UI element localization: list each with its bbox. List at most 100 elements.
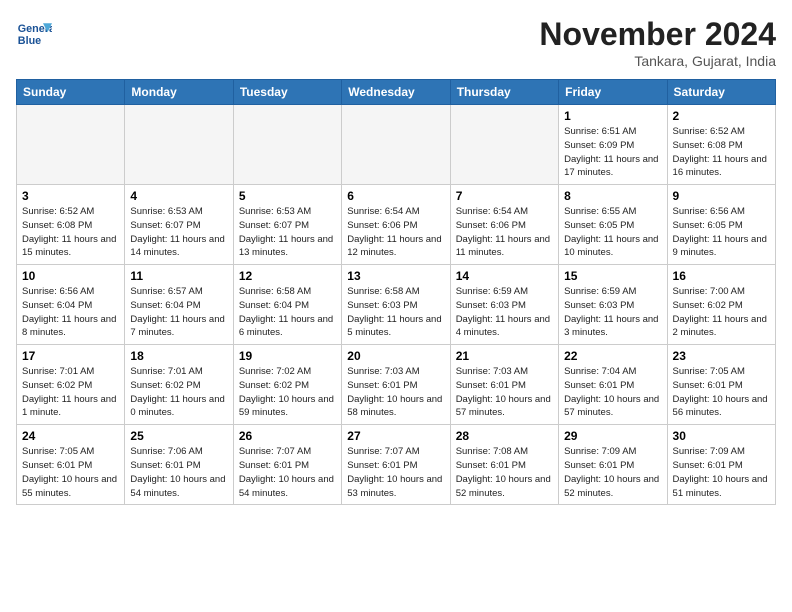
calendar-cell: 1 Sunrise: 6:51 AM Sunset: 6:09 PM Daylig…	[559, 105, 667, 185]
calendar-cell: 30Sunrise: 7:09 AM Sunset: 6:01 PM Dayli…	[667, 425, 775, 505]
day-info: Sunrise: 7:07 AM Sunset: 6:01 PM Dayligh…	[347, 445, 444, 500]
day-info: Sunrise: 6:52 AM Sunset: 6:08 PM Dayligh…	[673, 125, 770, 180]
calendar-cell: 18Sunrise: 7:01 AM Sunset: 6:02 PM Dayli…	[125, 345, 233, 425]
day-number: 13	[347, 269, 444, 283]
day-number: 15	[564, 269, 661, 283]
calendar-cell: 29Sunrise: 7:09 AM Sunset: 6:01 PM Dayli…	[559, 425, 667, 505]
day-info: Sunrise: 6:53 AM Sunset: 6:07 PM Dayligh…	[130, 205, 227, 260]
day-info: Sunrise: 7:04 AM Sunset: 6:01 PM Dayligh…	[564, 365, 661, 420]
day-info: Sunrise: 6:59 AM Sunset: 6:03 PM Dayligh…	[564, 285, 661, 340]
week-row-1: 1 Sunrise: 6:51 AM Sunset: 6:09 PM Daylig…	[17, 105, 776, 185]
day-info: Sunrise: 7:05 AM Sunset: 6:01 PM Dayligh…	[673, 365, 770, 420]
weekday-header-monday: Monday	[125, 80, 233, 105]
day-info: Sunrise: 6:53 AM Sunset: 6:07 PM Dayligh…	[239, 205, 336, 260]
week-row-3: 10 Sunrise: 6:56 AM Sunset: 6:04 PM Dayli…	[17, 265, 776, 345]
weekday-header-tuesday: Tuesday	[233, 80, 341, 105]
calendar-title: November 2024	[539, 16, 776, 53]
day-info: Sunrise: 6:56 AM Sunset: 6:05 PM Dayligh…	[673, 205, 770, 260]
day-number: 8	[564, 189, 661, 203]
day-info: Sunrise: 6:51 AM Sunset: 6:09 PM Dayligh…	[564, 125, 661, 180]
day-number: 18	[130, 349, 227, 363]
day-number: 14	[456, 269, 553, 283]
day-number: 6	[347, 189, 444, 203]
day-number: 5	[239, 189, 336, 203]
day-info: Sunrise: 6:56 AM Sunset: 6:04 PM Dayligh…	[22, 285, 119, 340]
day-number: 26	[239, 429, 336, 443]
calendar-cell: 2 Sunrise: 6:52 AM Sunset: 6:08 PM Daylig…	[667, 105, 775, 185]
day-number: 1	[564, 109, 661, 123]
weekday-header-row: SundayMondayTuesdayWednesdayThursdayFrid…	[17, 80, 776, 105]
day-info: Sunrise: 6:52 AM Sunset: 6:08 PM Dayligh…	[22, 205, 119, 260]
calendar-cell: 3 Sunrise: 6:52 AM Sunset: 6:08 PM Daylig…	[17, 185, 125, 265]
weekday-header-wednesday: Wednesday	[342, 80, 450, 105]
week-row-4: 17Sunrise: 7:01 AM Sunset: 6:02 PM Dayli…	[17, 345, 776, 425]
title-block: November 2024 Tankara, Gujarat, India	[539, 16, 776, 69]
day-info: Sunrise: 7:03 AM Sunset: 6:01 PM Dayligh…	[456, 365, 553, 420]
day-number: 9	[673, 189, 770, 203]
week-row-5: 24Sunrise: 7:05 AM Sunset: 6:01 PM Dayli…	[17, 425, 776, 505]
calendar-cell: 8 Sunrise: 6:55 AM Sunset: 6:05 PM Daylig…	[559, 185, 667, 265]
calendar-cell: 26 Sunrise: 7:07 AM Sunset: 6:01 PM Dayli…	[233, 425, 341, 505]
calendar-cell: 9 Sunrise: 6:56 AM Sunset: 6:05 PM Daylig…	[667, 185, 775, 265]
calendar-cell	[342, 105, 450, 185]
day-number: 22	[564, 349, 661, 363]
day-number: 25	[130, 429, 227, 443]
day-number: 7	[456, 189, 553, 203]
calendar-cell: 4 Sunrise: 6:53 AM Sunset: 6:07 PM Daylig…	[125, 185, 233, 265]
day-number: 30	[673, 429, 770, 443]
calendar-cell: 16Sunrise: 7:00 AM Sunset: 6:02 PM Dayli…	[667, 265, 775, 345]
day-info: Sunrise: 6:58 AM Sunset: 6:04 PM Dayligh…	[239, 285, 336, 340]
day-info: Sunrise: 7:02 AM Sunset: 6:02 PM Dayligh…	[239, 365, 336, 420]
day-number: 19	[239, 349, 336, 363]
calendar-cell: 10 Sunrise: 6:56 AM Sunset: 6:04 PM Dayli…	[17, 265, 125, 345]
week-row-2: 3 Sunrise: 6:52 AM Sunset: 6:08 PM Daylig…	[17, 185, 776, 265]
day-number: 27	[347, 429, 444, 443]
calendar-cell: 28Sunrise: 7:08 AM Sunset: 6:01 PM Dayli…	[450, 425, 558, 505]
calendar-cell: 7 Sunrise: 6:54 AM Sunset: 6:06 PM Daylig…	[450, 185, 558, 265]
calendar-table: SundayMondayTuesdayWednesdayThursdayFrid…	[16, 79, 776, 505]
day-info: Sunrise: 6:57 AM Sunset: 6:04 PM Dayligh…	[130, 285, 227, 340]
calendar-cell: 27 Sunrise: 7:07 AM Sunset: 6:01 PM Dayli…	[342, 425, 450, 505]
day-number: 3	[22, 189, 119, 203]
day-info: Sunrise: 6:58 AM Sunset: 6:03 PM Dayligh…	[347, 285, 444, 340]
day-number: 11	[130, 269, 227, 283]
day-number: 2	[673, 109, 770, 123]
calendar-cell: 14Sunrise: 6:59 AM Sunset: 6:03 PM Dayli…	[450, 265, 558, 345]
logo: General Blue	[16, 16, 52, 52]
calendar-cell: 25 Sunrise: 7:06 AM Sunset: 6:01 PM Dayli…	[125, 425, 233, 505]
calendar-subtitle: Tankara, Gujarat, India	[539, 53, 776, 69]
day-info: Sunrise: 7:03 AM Sunset: 6:01 PM Dayligh…	[347, 365, 444, 420]
day-info: Sunrise: 7:07 AM Sunset: 6:01 PM Dayligh…	[239, 445, 336, 500]
day-number: 10	[22, 269, 119, 283]
calendar-cell	[450, 105, 558, 185]
day-info: Sunrise: 7:00 AM Sunset: 6:02 PM Dayligh…	[673, 285, 770, 340]
weekday-header-saturday: Saturday	[667, 80, 775, 105]
calendar-cell: 24Sunrise: 7:05 AM Sunset: 6:01 PM Dayli…	[17, 425, 125, 505]
calendar-cell: 20 Sunrise: 7:03 AM Sunset: 6:01 PM Dayli…	[342, 345, 450, 425]
page-header: General Blue November 2024 Tankara, Guja…	[16, 16, 776, 69]
calendar-cell: 19 Sunrise: 7:02 AM Sunset: 6:02 PM Dayli…	[233, 345, 341, 425]
day-number: 17	[22, 349, 119, 363]
day-number: 24	[22, 429, 119, 443]
day-info: Sunrise: 7:06 AM Sunset: 6:01 PM Dayligh…	[130, 445, 227, 500]
day-info: Sunrise: 6:55 AM Sunset: 6:05 PM Dayligh…	[564, 205, 661, 260]
calendar-cell: 22 Sunrise: 7:04 AM Sunset: 6:01 PM Dayli…	[559, 345, 667, 425]
day-number: 21	[456, 349, 553, 363]
day-number: 20	[347, 349, 444, 363]
weekday-header-thursday: Thursday	[450, 80, 558, 105]
calendar-cell: 17Sunrise: 7:01 AM Sunset: 6:02 PM Dayli…	[17, 345, 125, 425]
day-info: Sunrise: 7:08 AM Sunset: 6:01 PM Dayligh…	[456, 445, 553, 500]
calendar-cell: 15 Sunrise: 6:59 AM Sunset: 6:03 PM Dayli…	[559, 265, 667, 345]
calendar-cell: 6Sunrise: 6:54 AM Sunset: 6:06 PM Daylig…	[342, 185, 450, 265]
calendar-cell: 13 Sunrise: 6:58 AM Sunset: 6:03 PM Dayli…	[342, 265, 450, 345]
svg-text:Blue: Blue	[18, 35, 41, 47]
calendar-cell: 23Sunrise: 7:05 AM Sunset: 6:01 PM Dayli…	[667, 345, 775, 425]
calendar-cell	[233, 105, 341, 185]
calendar-cell	[125, 105, 233, 185]
day-info: Sunrise: 6:54 AM Sunset: 6:06 PM Dayligh…	[456, 205, 553, 260]
day-number: 12	[239, 269, 336, 283]
weekday-header-sunday: Sunday	[17, 80, 125, 105]
logo-icon: General Blue	[16, 16, 52, 52]
day-number: 4	[130, 189, 227, 203]
day-number: 29	[564, 429, 661, 443]
